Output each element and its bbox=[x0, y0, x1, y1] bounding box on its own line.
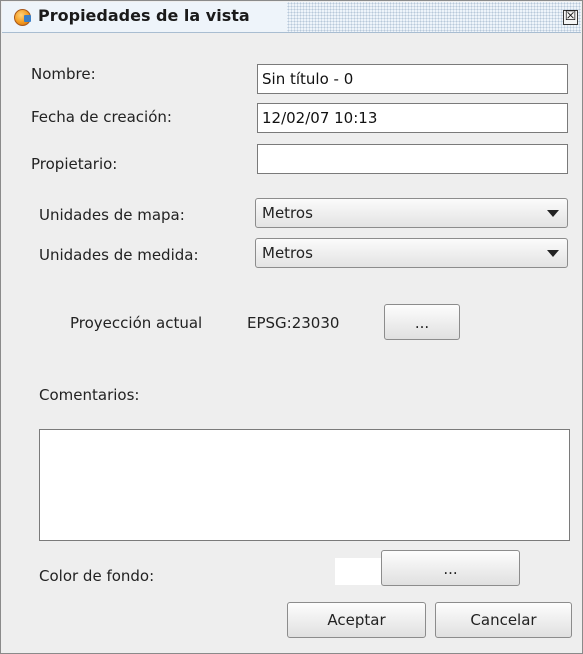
propietario-input[interactable] bbox=[257, 144, 568, 174]
view-properties-dialog: Propiedades de la vista ☒ Nombre: Fecha … bbox=[0, 0, 583, 654]
gvsig-app-icon bbox=[14, 9, 31, 26]
unidades-medida-label: Unidades de medida: bbox=[39, 246, 199, 264]
color-fondo-button[interactable]: ... bbox=[381, 550, 520, 586]
nombre-input[interactable] bbox=[257, 64, 568, 94]
unidades-medida-select[interactable]: Metros bbox=[255, 238, 568, 268]
nombre-label: Nombre: bbox=[31, 65, 96, 83]
unidades-mapa-label: Unidades de mapa: bbox=[39, 206, 185, 224]
cancelar-button[interactable]: Cancelar bbox=[435, 602, 572, 638]
fecha-creacion-input[interactable] bbox=[257, 103, 568, 133]
close-icon[interactable]: ☒ bbox=[563, 10, 578, 25]
unidades-mapa-select[interactable]: Metros bbox=[255, 198, 568, 228]
title-bar[interactable]: Propiedades de la vista ☒ bbox=[2, 2, 581, 33]
comentarios-textarea[interactable] bbox=[39, 429, 570, 541]
aceptar-button[interactable]: Aceptar bbox=[287, 602, 426, 638]
comentarios-label: Comentarios: bbox=[39, 386, 140, 404]
proyeccion-button[interactable]: ... bbox=[384, 304, 460, 340]
proyeccion-value: EPSG:23030 bbox=[247, 314, 340, 332]
chevron-down-icon bbox=[547, 210, 559, 217]
proyeccion-label: Proyección actual bbox=[70, 314, 203, 332]
window-title: Propiedades de la vista bbox=[38, 6, 250, 25]
color-fondo-label: Color de fondo: bbox=[39, 567, 155, 585]
unidades-medida-value: Metros bbox=[262, 244, 313, 262]
unidades-mapa-value: Metros bbox=[262, 204, 313, 222]
propietario-label: Propietario: bbox=[31, 155, 118, 173]
chevron-down-icon bbox=[547, 250, 559, 257]
color-fondo-swatch bbox=[335, 558, 381, 585]
fecha-creacion-label: Fecha de creación: bbox=[31, 108, 172, 126]
